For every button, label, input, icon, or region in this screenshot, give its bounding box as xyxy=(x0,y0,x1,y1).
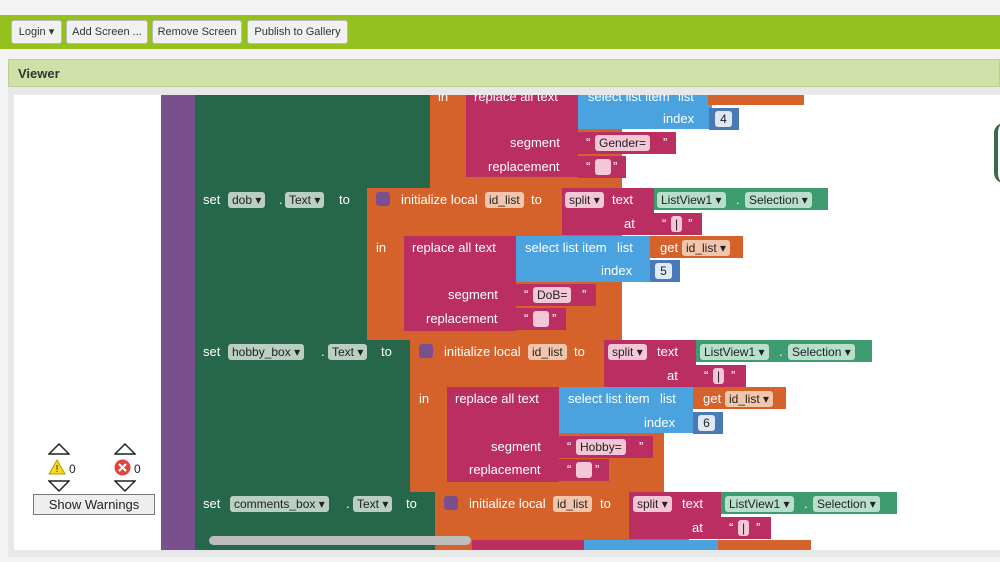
dropdown-arrow-icon: ▾ xyxy=(294,345,301,359)
split-dropdown[interactable]: split ▾ xyxy=(565,192,604,208)
listview-dropdown[interactable]: ListView1 ▾ xyxy=(725,496,794,512)
dropdown-arrow-icon: ▾ xyxy=(715,193,722,207)
dropdown-arrow-icon: ▾ xyxy=(763,392,770,406)
split-dropdown[interactable]: split ▾ xyxy=(633,496,672,512)
listview-dropdown[interactable]: ListView1 ▾ xyxy=(700,344,769,360)
event-block-body[interactable] xyxy=(161,95,195,550)
dropdown-arrow-icon: ▾ xyxy=(844,345,851,359)
error-up-arrow-icon[interactable] xyxy=(114,443,136,455)
publish-gallery-button[interactable]: Publish to Gallery xyxy=(247,20,348,44)
property-dropdown[interactable]: Text ▾ xyxy=(328,344,368,360)
dropdown-arrow-icon: ▾ xyxy=(48,26,55,38)
dropdown-arrow-icon: ▾ xyxy=(255,193,262,207)
error-down-arrow-icon[interactable] xyxy=(114,480,136,492)
dropdown-arrow-icon: ▾ xyxy=(636,345,643,359)
gear-icon[interactable] xyxy=(419,344,433,358)
variable-dropdown[interactable]: id_list ▾ xyxy=(725,391,774,407)
warning-up-arrow-icon[interactable] xyxy=(48,443,70,455)
select-item-block-comments[interactable] xyxy=(584,540,718,550)
dropdown-arrow-icon: ▾ xyxy=(357,345,364,359)
dropdown-arrow-icon: ▾ xyxy=(314,193,321,207)
dropdown-arrow-icon: ▾ xyxy=(869,497,876,511)
set-block-dob[interactable] xyxy=(195,188,387,340)
warning-count: 0 xyxy=(69,462,76,476)
component-dropdown[interactable]: comments_box ▾ xyxy=(230,496,329,512)
property-dropdown[interactable]: Text ▾ xyxy=(353,496,393,512)
viewer-header: Viewer xyxy=(8,59,1000,87)
component-dropdown[interactable]: hobby_box ▾ xyxy=(228,344,305,360)
error-count: 0 xyxy=(134,462,141,476)
designer-toolbar: Login ▾ Add Screen ... Remove Screen Pub… xyxy=(0,15,1000,49)
selection-dropdown[interactable]: Selection ▾ xyxy=(745,192,812,208)
replace-all-block-comments[interactable] xyxy=(472,540,584,550)
svg-text:!: ! xyxy=(56,464,59,475)
variable-dropdown[interactable]: id_list ▾ xyxy=(682,240,731,256)
add-screen-button[interactable]: Add Screen ... xyxy=(66,20,148,44)
listview-dropdown[interactable]: ListView1 ▾ xyxy=(657,192,726,208)
component-dropdown[interactable]: dob ▾ xyxy=(228,192,266,208)
dropdown-arrow-icon: ▾ xyxy=(382,497,389,511)
show-warnings-button[interactable]: Show Warnings xyxy=(33,494,155,515)
get-block-comments[interactable] xyxy=(718,540,811,550)
set-block-gender[interactable] xyxy=(195,95,431,188)
gear-icon[interactable] xyxy=(376,192,390,206)
selection-dropdown[interactable]: Selection ▾ xyxy=(813,496,880,512)
dropdown-arrow-icon: ▾ xyxy=(758,345,765,359)
dropdown-arrow-icon: ▾ xyxy=(661,497,668,511)
blocks-workspace[interactable]: in replace all text select list item lis… xyxy=(14,95,1000,550)
trash-icon[interactable] xyxy=(994,123,1000,183)
warning-icon: ! xyxy=(48,459,66,475)
login-button[interactable]: Login ▾ xyxy=(11,20,62,44)
get-block-gender[interactable] xyxy=(708,95,804,105)
remove-screen-button[interactable]: Remove Screen xyxy=(152,20,242,44)
set-block-hobby[interactable] xyxy=(195,340,411,492)
top-gap xyxy=(0,0,1000,15)
property-dropdown[interactable]: Text ▾ xyxy=(285,192,325,208)
dropdown-arrow-icon: ▾ xyxy=(801,193,808,207)
selection-dropdown[interactable]: Selection ▾ xyxy=(788,344,855,360)
error-icon xyxy=(114,459,131,476)
viewer-title: Viewer xyxy=(18,66,60,81)
dropdown-arrow-icon: ▾ xyxy=(720,241,727,255)
dropdown-arrow-icon: ▾ xyxy=(593,193,600,207)
warning-down-arrow-icon[interactable] xyxy=(48,480,70,492)
split-dropdown[interactable]: split ▾ xyxy=(608,344,647,360)
gear-icon[interactable] xyxy=(444,496,458,510)
horizontal-scrollbar[interactable] xyxy=(209,536,471,545)
dropdown-arrow-icon: ▾ xyxy=(318,497,325,511)
dropdown-arrow-icon: ▾ xyxy=(783,497,790,511)
bottom-gap xyxy=(0,557,1000,562)
